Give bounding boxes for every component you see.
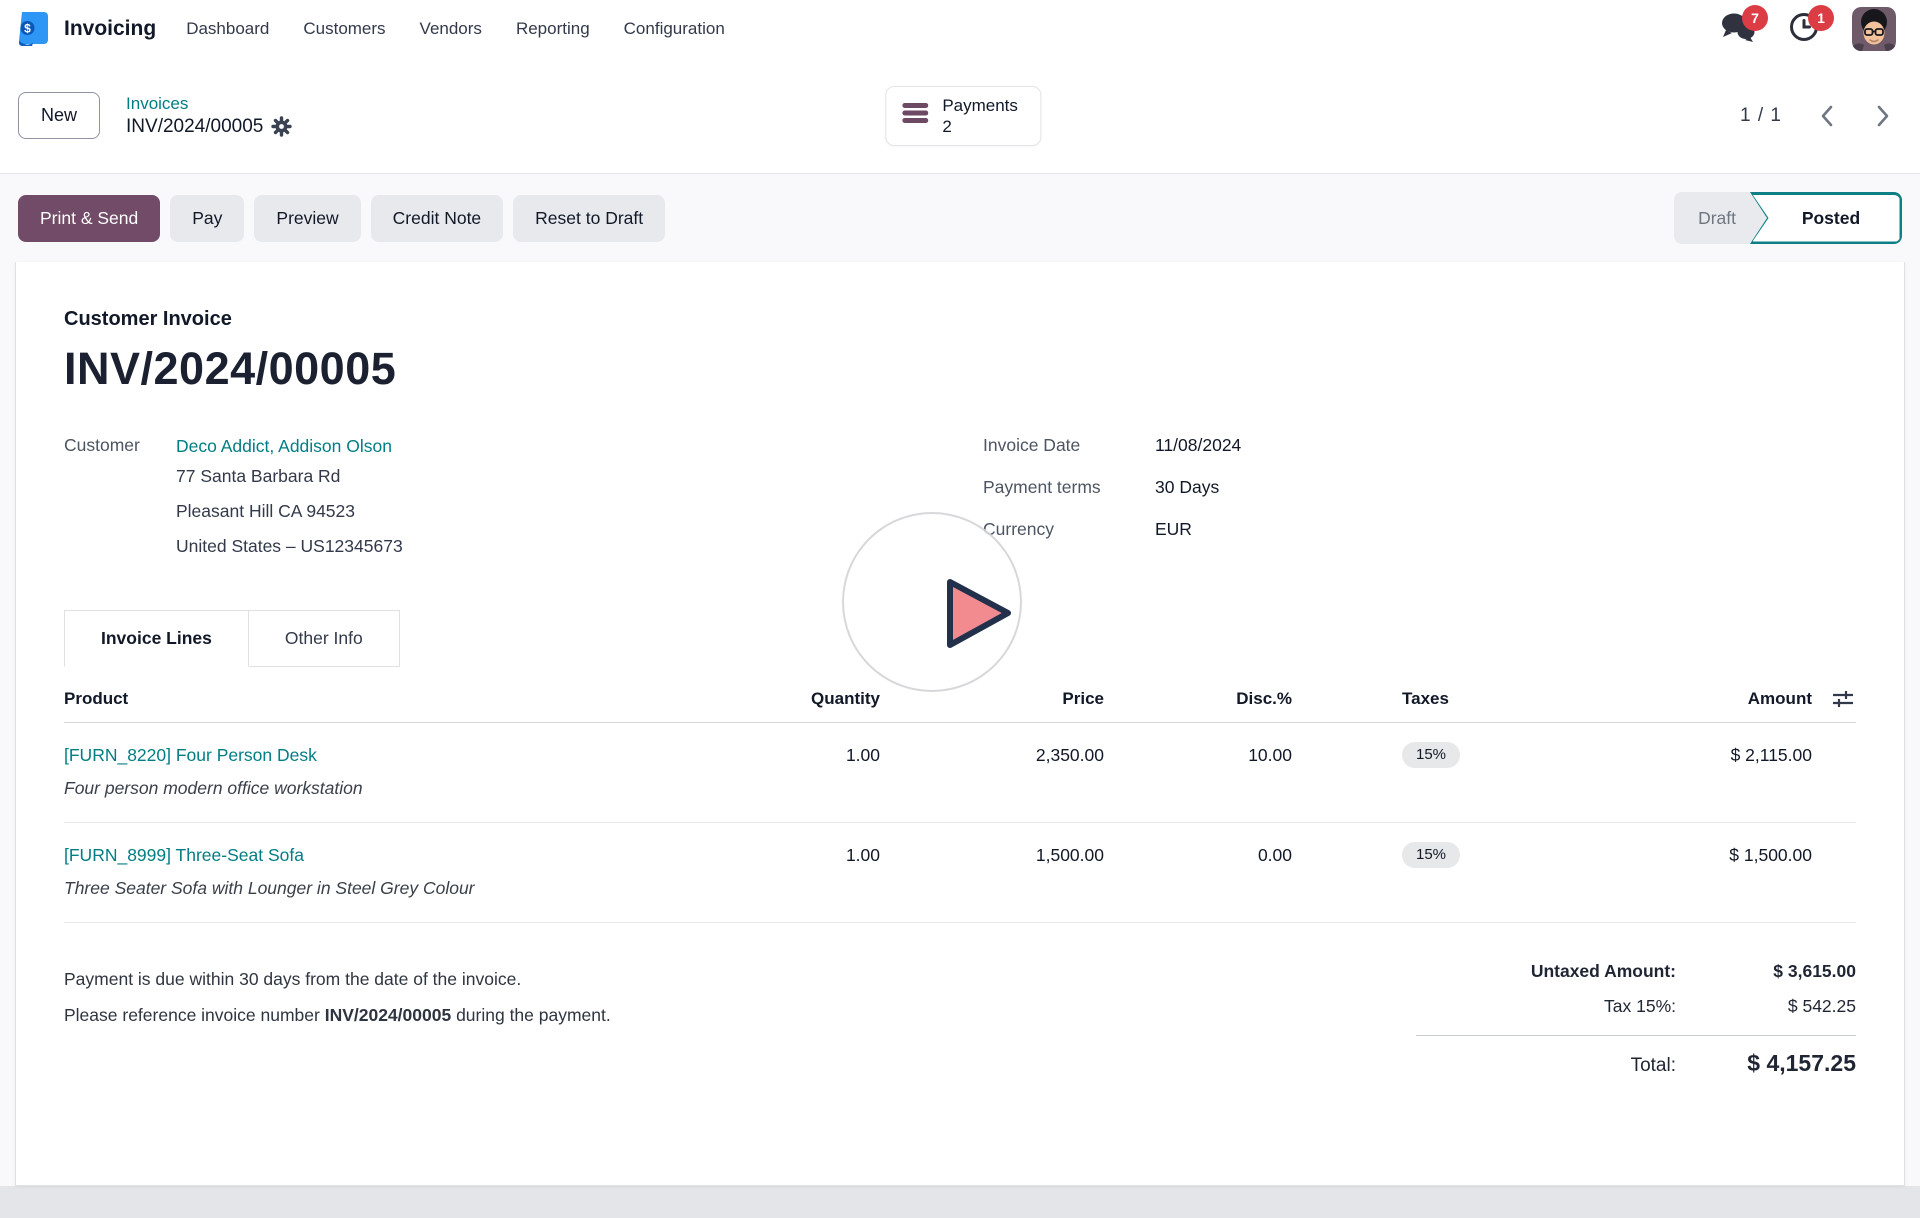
terms-line-2: Please reference invoice number INV/2024… <box>64 1005 611 1025</box>
messages-count-badge: 7 <box>1742 5 1768 31</box>
status-bar: Draft Posted <box>1674 192 1902 244</box>
total-label: Total: <box>1630 1055 1676 1076</box>
product-link[interactable]: [FURN_8220] Four Person Desk <box>64 745 317 765</box>
nav-item-configuration[interactable]: Configuration <box>624 19 725 39</box>
col-header-quantity: Quantity <box>811 689 880 708</box>
cell-price: 1,500.00 <box>1035 845 1104 865</box>
nav-item-dashboard[interactable]: Dashboard <box>186 19 269 39</box>
document-type-label: Customer Invoice <box>64 308 232 330</box>
payment-terms-link[interactable]: 30 Days <box>1155 477 1219 498</box>
tax-label: Tax 15%: <box>1604 996 1676 1016</box>
invoice-lines-table: Product Quantity Price Disc.% Taxes Amou… <box>64 675 1856 923</box>
payment-terms-note: Payment is due within 30 days from the d… <box>64 961 1416 1091</box>
gear-icon[interactable] <box>271 116 293 137</box>
credit-note-button[interactable]: Credit Note <box>370 194 504 242</box>
pager-previous-icon[interactable] <box>1816 103 1838 129</box>
payments-stat-button[interactable]: Payments 2 <box>885 85 1041 146</box>
col-header-price: Price <box>1062 689 1104 708</box>
messages-button[interactable]: 7 <box>1720 5 1768 46</box>
untaxed-amount-label: Untaxed Amount: <box>1530 961 1676 981</box>
payments-count: 2 <box>942 116 952 136</box>
terms-line-1: Payment is due within 30 days from the d… <box>64 969 522 989</box>
control-panel: New Invoices INV/2024/00005 Payments 2 1… <box>0 58 1920 173</box>
nav-item-customers[interactable]: Customers <box>303 19 385 39</box>
action-bar: Print & Send Pay Preview Credit Note Res… <box>0 173 1920 262</box>
payments-bars-icon <box>902 101 929 130</box>
payment-terms-label: Payment terms <box>983 477 1101 497</box>
pager-next-icon[interactable] <box>1872 103 1894 129</box>
breadcrumb: Invoices INV/2024/00005 <box>126 94 293 138</box>
pay-button[interactable]: Pay <box>170 194 245 242</box>
tab-invoice-lines[interactable]: Invoice Lines <box>64 610 249 667</box>
tab-other-info[interactable]: Other Info <box>248 610 400 667</box>
tax-value: $ 542.25 <box>1787 996 1856 1016</box>
svg-text:$: $ <box>24 22 31 36</box>
navbar-systray: 7 1 <box>1720 5 1902 51</box>
app-name[interactable]: Invoicing <box>64 17 156 41</box>
video-play-button-icon[interactable] <box>942 574 1018 659</box>
table-row: [FURN_8220] Four Person Desk Four person… <box>64 723 1856 823</box>
breadcrumb-current: INV/2024/00005 <box>126 115 264 137</box>
status-posted[interactable]: Posted <box>1750 192 1902 244</box>
invoicing-app-icon[interactable]: $ <box>18 11 50 47</box>
customer-address-country: United States – US12345673 <box>176 536 403 556</box>
tax-badge: 15% <box>1402 842 1461 868</box>
cell-amount: $ 2,115.00 <box>1730 745 1812 765</box>
product-description: Three Seater Sofa with Lounger in Steel … <box>64 878 475 898</box>
invoice-date-label: Invoice Date <box>983 435 1081 455</box>
main-menu: Dashboard Customers Vendors Reporting Co… <box>186 19 725 39</box>
user-avatar[interactable] <box>1852 7 1896 51</box>
print-send-button[interactable]: Print & Send <box>18 194 161 242</box>
activities-button[interactable]: 1 <box>1786 5 1834 46</box>
form-view-background: Customer Invoice INV/2024/00005 Customer… <box>0 262 1920 1186</box>
pager-value: 1 / 1 <box>1740 104 1782 126</box>
payments-label: Payments <box>942 95 1018 115</box>
currency-link[interactable]: EUR <box>1155 519 1192 540</box>
status-draft[interactable]: Draft <box>1674 192 1766 244</box>
totals-block: Untaxed Amount: $ 3,615.00 Tax 15%: $ 54… <box>1416 961 1856 1091</box>
breadcrumb-invoices-link[interactable]: Invoices <box>126 94 292 114</box>
cell-disc: 0.00 <box>1257 845 1292 865</box>
col-header-taxes: Taxes <box>1402 689 1449 708</box>
invoice-date-value[interactable]: 11/08/2024 <box>1155 435 1241 456</box>
cell-price: 2,350.00 <box>1035 745 1104 765</box>
untaxed-amount-value: $ 3,615.00 <box>1773 961 1856 981</box>
top-navbar: $ Invoicing Dashboard Customers Vendors … <box>0 0 1920 58</box>
optional-columns-icon[interactable] <box>1812 689 1856 709</box>
nav-item-vendors[interactable]: Vendors <box>420 19 482 39</box>
customer-field-label: Customer <box>64 435 140 455</box>
total-value: $ 4,157.25 <box>1747 1050 1856 1076</box>
customer-address-city: Pleasant Hill CA 94523 <box>176 501 355 521</box>
invoice-number-heading: INV/2024/00005 <box>64 343 397 394</box>
col-header-product: Product <box>64 689 129 708</box>
activities-count-badge: 1 <box>1808 5 1834 31</box>
table-row: [FURN_8999] Three-Seat Sofa Three Seater… <box>64 823 1856 923</box>
tax-badge: 15% <box>1402 742 1461 768</box>
page-bottom-band <box>0 1186 1920 1218</box>
new-button[interactable]: New <box>18 92 101 139</box>
product-link[interactable]: [FURN_8999] Three-Seat Sofa <box>64 845 304 865</box>
reset-to-draft-button[interactable]: Reset to Draft <box>513 194 666 242</box>
pager: 1 / 1 <box>1740 103 1894 129</box>
status-posted-label: Posted <box>1801 207 1861 228</box>
customer-address-street: 77 Santa Barbara Rd <box>176 466 341 486</box>
cell-quantity: 1.00 <box>845 745 880 765</box>
customer-link[interactable]: Deco Addict, Addison Olson <box>176 433 403 459</box>
product-description: Four person modern office workstation <box>64 778 363 798</box>
cell-disc: 10.00 <box>1248 745 1292 765</box>
currency-label: Currency <box>983 519 1054 539</box>
preview-button[interactable]: Preview <box>254 194 361 242</box>
cell-amount: $ 1,500.00 <box>1729 845 1812 865</box>
col-header-amount: Amount <box>1747 689 1812 708</box>
invoice-sheet: Customer Invoice INV/2024/00005 Customer… <box>15 262 1905 1186</box>
cell-quantity: 1.00 <box>845 845 880 865</box>
col-header-disc: Disc.% <box>1236 689 1292 708</box>
nav-item-reporting[interactable]: Reporting <box>516 19 590 39</box>
